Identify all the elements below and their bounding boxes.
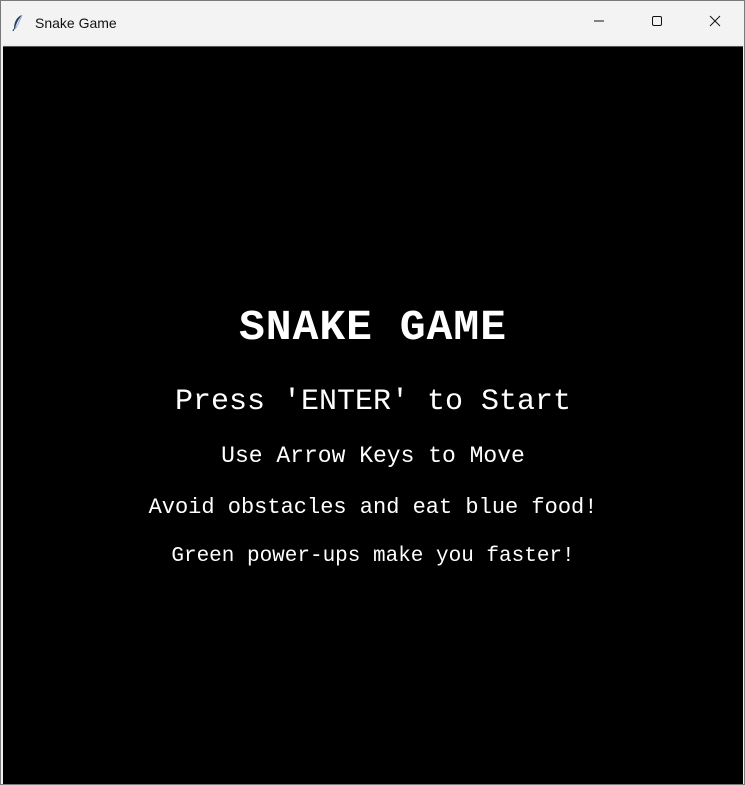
window-controls: [570, 1, 744, 44]
window-title: Snake Game: [35, 14, 117, 31]
move-instruction: Use Arrow Keys to Move: [221, 443, 525, 469]
maximize-button[interactable]: [628, 1, 686, 44]
app-window: Snake Game SNAKE GAME Press 'ENTER' to S…: [0, 0, 745, 785]
close-button[interactable]: [686, 1, 744, 44]
maximize-icon: [651, 14, 663, 32]
food-instruction: Avoid obstacles and eat blue food!: [148, 495, 598, 520]
close-icon: [709, 14, 721, 32]
minimize-icon: [593, 14, 605, 32]
game-title: SNAKE GAME: [238, 303, 508, 352]
powerup-instruction: Green power-ups make you faster!: [171, 545, 575, 568]
start-prompt: Press 'ENTER' to Start: [174, 385, 572, 419]
game-canvas[interactable]: SNAKE GAME Press 'ENTER' to Start Use Ar…: [3, 46, 743, 784]
feather-icon: [9, 14, 27, 32]
title-bar[interactable]: Snake Game: [1, 1, 744, 44]
minimize-button[interactable]: [570, 1, 628, 44]
